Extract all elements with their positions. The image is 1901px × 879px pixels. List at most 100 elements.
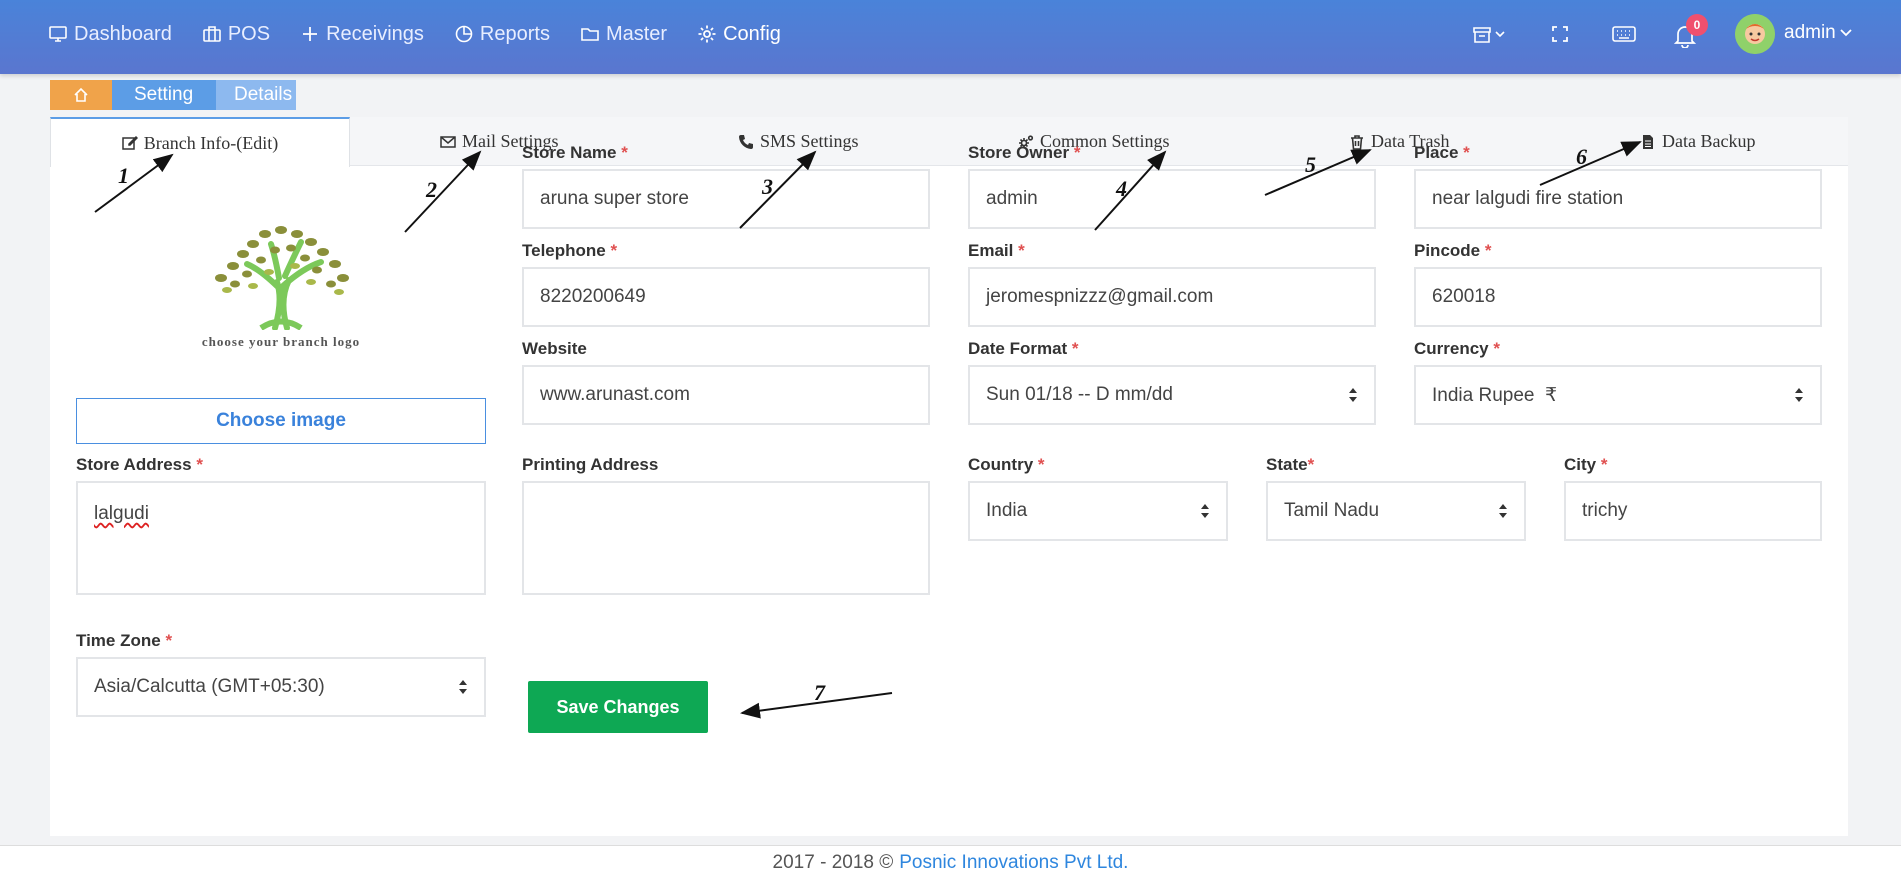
required-mark: * [1307,455,1315,474]
required-mark: * [1037,455,1045,474]
store-address-textarea[interactable]: lalgudi [76,481,486,595]
briefcase-icon [203,26,221,42]
nav-receivings[interactable]: Receivings [300,23,424,46]
date-format-label-text: Date Format [968,339,1068,358]
pincode-input[interactable]: 620018 [1414,267,1822,327]
time-zone-select[interactable]: Asia/Calcutta (GMT+05:30) [76,657,486,717]
place-label-text: Place [1414,143,1459,162]
tab-data-backup[interactable]: Data Backup [1640,117,1755,166]
tab-branch-info[interactable]: Branch Info-(Edit) [50,117,350,167]
required-mark: * [1600,455,1608,474]
breadcrumb-setting-label: Setting [134,84,194,105]
select-arrows-icon [1201,504,1209,518]
store-address-label-text: Store Address [76,455,192,474]
country-label-text: Country [968,455,1034,474]
top-navbar: Dashboard POS Receivings Reports Master … [0,0,1901,74]
city-value: trichy [1582,500,1628,521]
footer-link[interactable]: Posnic Innovations Pvt Ltd. [899,852,1128,874]
country-select[interactable]: India [968,481,1228,541]
store-icon[interactable] [1472,24,1506,44]
store-name-label: Store Name * [522,143,628,163]
currency-select[interactable]: India Rupee ₹ [1414,365,1822,425]
logo-caption: choose your branch logo [201,334,361,349]
store-name-value: aruna super store [540,188,689,209]
printing-address-label-text: Printing Address [522,455,659,474]
state-label: State* [1266,455,1314,475]
select-arrows-icon [1795,388,1803,402]
place-input[interactable]: near lalgudi fire station [1414,169,1822,229]
user-name: admin [1784,22,1836,43]
pie-chart-icon [455,25,473,43]
fullscreen-icon[interactable] [1552,26,1568,42]
breadcrumb-details-label: Details [234,84,293,105]
notification-badge: 0 [1686,14,1708,36]
settings-card: Branch Info-(Edit) Mail Settings SMS Set… [50,117,1848,836]
email-input[interactable]: jeromespnizzz@gmail.com [968,267,1376,327]
nav-config[interactable]: Config [697,23,781,46]
edit-icon [122,135,138,150]
nav-reports[interactable]: Reports [454,23,550,46]
choose-image-button[interactable]: Choose image [76,398,486,444]
telephone-label-text: Telephone [522,241,606,260]
required-mark: * [1073,143,1081,162]
breadcrumb-setting[interactable]: Setting [112,80,216,110]
avatar[interactable] [1735,14,1775,54]
printing-address-label: Printing Address [522,455,658,475]
keyboard-icon[interactable] [1612,26,1636,42]
city-label-text: City [1564,455,1597,474]
nav-pos[interactable]: POS [202,23,270,46]
store-owner-value: admin [986,188,1038,209]
currency-value: India Rupee ₹ [1432,384,1558,406]
nav-master[interactable]: Master [580,23,667,46]
place-label: Place * [1414,143,1470,163]
time-zone-value: Asia/Calcutta (GMT+05:30) [94,676,325,697]
website-value: www.arunast.com [540,384,690,405]
nav-reports-label: Reports [479,22,550,45]
website-label: Website [522,339,587,359]
email-value: jeromespnizzz@gmail.com [986,286,1214,307]
telephone-input[interactable]: 8220200649 [522,267,930,327]
breadcrumb-home[interactable] [50,80,112,110]
store-name-input[interactable]: aruna super store [522,169,930,229]
email-label: Email * [968,241,1025,261]
nav-dashboard[interactable]: Dashboard [48,23,172,46]
pincode-label-text: Pincode [1414,241,1481,260]
required-mark: * [1071,339,1079,358]
country-label: Country * [968,455,1045,475]
tab-branch-info-label: Branch Info-(Edit) [143,132,279,153]
required-mark: * [1018,241,1025,260]
chevron-down-icon [1840,29,1852,37]
select-arrows-icon [1349,388,1357,402]
store-owner-label-text: Store Owner [968,143,1070,162]
time-zone-label-text: Time Zone [76,631,161,650]
nav-dashboard-label: Dashboard [74,22,172,45]
state-select[interactable]: Tamil Nadu [1266,481,1526,541]
required-mark: * [165,631,173,650]
branch-logo[interactable]: choose your branch logo [76,185,486,385]
main-nav: Dashboard POS Receivings Reports Master … [48,0,781,68]
tab-sms-settings[interactable]: SMS Settings [738,117,859,166]
printing-address-textarea[interactable] [522,481,930,595]
tab-sms-settings-label: SMS Settings [760,131,859,151]
tree-logo-icon [215,226,349,330]
city-input[interactable]: trichy [1564,481,1822,541]
country-value: India [986,500,1028,521]
save-changes-button[interactable]: Save Changes [528,681,708,733]
nav-config-label: Config [723,22,781,45]
time-zone-label: Time Zone * [76,631,172,651]
pincode-label: Pincode * [1414,241,1491,261]
website-input[interactable]: www.arunast.com [522,365,930,425]
store-address-label: Store Address * [76,455,203,475]
currency-label-text: Currency [1414,339,1489,358]
required-mark: * [1484,241,1492,260]
store-owner-input[interactable]: admin [968,169,1376,229]
home-icon [74,87,88,102]
user-menu[interactable]: admin [1784,22,1852,44]
date-format-select[interactable]: Sun 01/18 -- D mm/dd [968,365,1376,425]
currency-label: Currency * [1414,339,1500,359]
required-mark: * [1493,339,1500,358]
state-value: Tamil Nadu [1284,500,1380,521]
breadcrumb-details: Details [216,80,296,110]
email-label-text: Email [968,241,1014,260]
website-label-text: Website [522,339,587,358]
